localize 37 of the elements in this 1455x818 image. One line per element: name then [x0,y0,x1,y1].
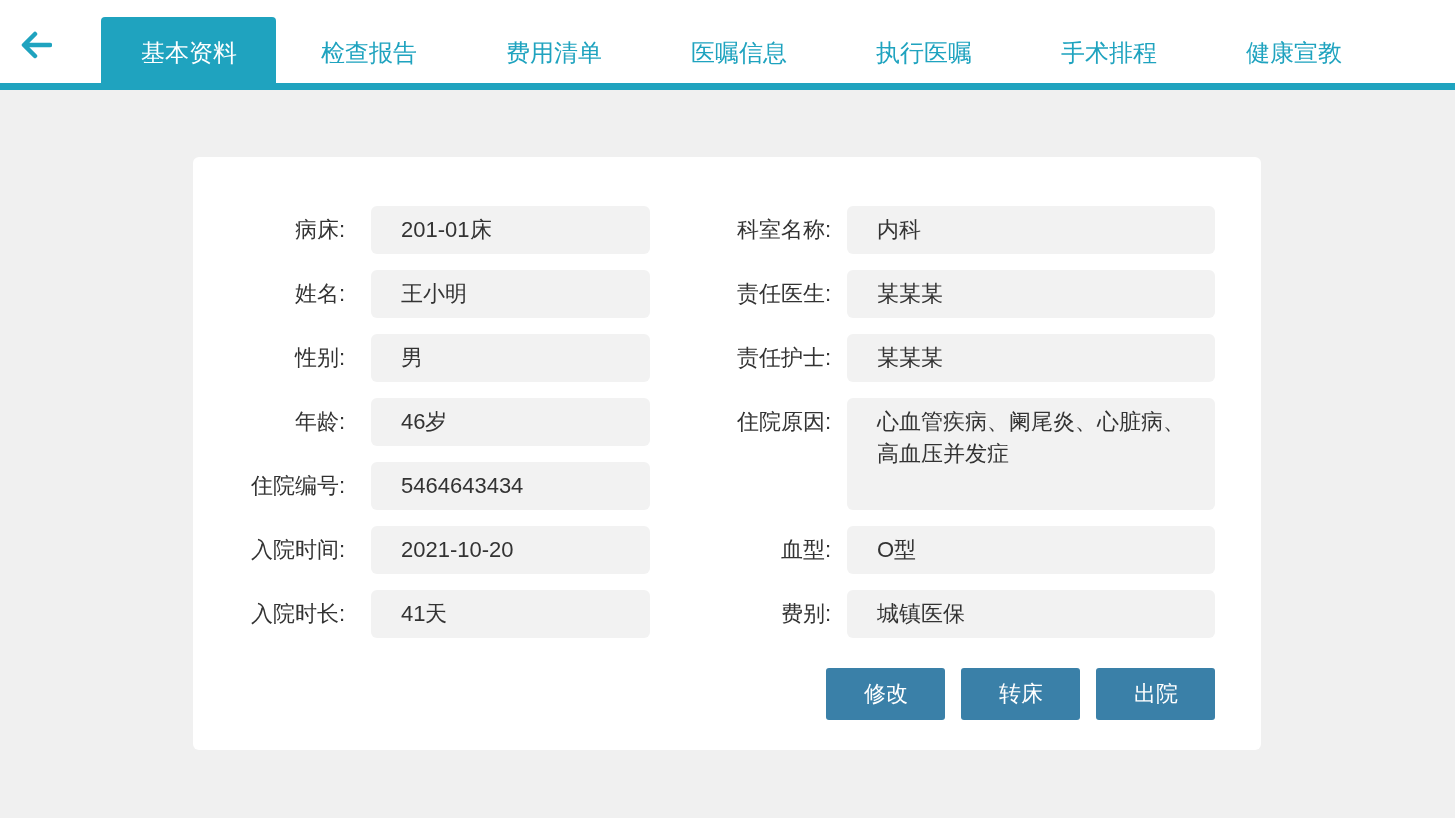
field-value: 41天 [371,590,650,638]
tab[interactable]: 费用清单 [461,17,646,83]
field-label: 病床: [293,216,346,244]
field-value: 王小明 [371,270,650,318]
field-value: 5464643434 [371,462,650,510]
field-label: 责任护士: [735,344,832,372]
field-value: O型 [847,526,1215,574]
action-button[interactable]: 转床 [961,668,1080,720]
field-label: 血型: [779,536,832,564]
field-label: 住院编号: [249,472,346,500]
field-value: 男 [371,334,650,382]
field-label: 性别: [293,344,346,372]
tab[interactable]: 检查报告 [276,17,461,83]
field-label: 科室名称: [735,216,832,244]
field-label: 住院原因: [735,408,832,436]
field-label: 姓名: [293,280,346,308]
field-label: 入院时间: [249,536,346,564]
field-value: 某某某 [847,270,1215,318]
field-value: 内科 [847,206,1215,254]
field-value: 心血管疾病、阑尾炎、心脏病、高血压并发症 [847,398,1215,510]
tab[interactable]: 执行医嘱 [831,17,1016,83]
action-button[interactable]: 修改 [826,668,945,720]
tab[interactable]: 手术排程 [1016,17,1201,83]
back-arrow-icon[interactable] [19,30,52,60]
tab[interactable]: 基本资料 [101,17,276,83]
field-value: 城镇医保 [847,590,1215,638]
field-value: 2021-10-20 [371,526,650,574]
field-label: 入院时长: [249,600,346,628]
field-label: 年龄: [293,408,346,436]
tab[interactable]: 医嘱信息 [646,17,831,83]
action-button[interactable]: 出院 [1096,668,1215,720]
field-value: 201-01床 [371,206,650,254]
field-value: 某某某 [847,334,1215,382]
field-label: 费别: [779,600,832,628]
field-value: 46岁 [371,398,650,446]
tab[interactable]: 健康宣教 [1201,17,1386,83]
field-label: 责任医生: [735,280,832,308]
